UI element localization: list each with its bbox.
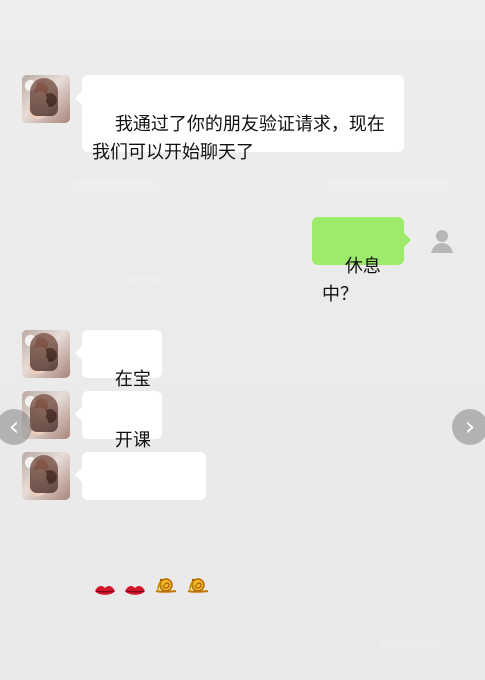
incoming-message-bubble[interactable]: 在宝贝 xyxy=(75,330,162,418)
background-artifact xyxy=(126,276,160,286)
contact-avatar[interactable] xyxy=(22,330,70,378)
snail-emoji-icon xyxy=(154,520,178,593)
lips-emoji-icon xyxy=(124,523,146,595)
contact-avatar[interactable] xyxy=(22,75,70,123)
contact-avatar[interactable] xyxy=(22,452,70,500)
default-user-icon xyxy=(431,230,453,253)
background-artifact xyxy=(325,180,451,190)
snail-emoji-icon xyxy=(186,520,210,593)
background-artifact xyxy=(70,180,158,190)
previous-image-button[interactable]: ‹ xyxy=(0,409,32,445)
incoming-message-bubble[interactable]: 我通过了你的朋友验证请求，现在 我们可以开始聊天了 xyxy=(75,75,404,163)
next-image-button[interactable]: › xyxy=(452,409,485,445)
background-artifact xyxy=(380,640,450,650)
user-avatar[interactable] xyxy=(418,217,466,265)
chevron-right-icon: › xyxy=(464,412,476,442)
outgoing-message-bubble[interactable]: 休息中？ xyxy=(312,217,411,305)
emoji-row xyxy=(92,516,209,595)
lips-emoji-icon xyxy=(94,523,116,595)
chat-screen: 我通过了你的朋友验证请求，现在 我们可以开始聊天了 休息中？ 在宝贝 开课了 xyxy=(0,0,485,680)
incoming-emoji-message-bubble[interactable] xyxy=(75,452,209,595)
incoming-message-bubble[interactable]: 开课了 xyxy=(75,391,162,479)
message-text: 我通过了你的朋友验证请求，现在 我们可以开始聊天了 xyxy=(92,114,385,163)
message-text: 休息中？ xyxy=(322,256,381,305)
chevron-left-icon: ‹ xyxy=(8,412,20,442)
